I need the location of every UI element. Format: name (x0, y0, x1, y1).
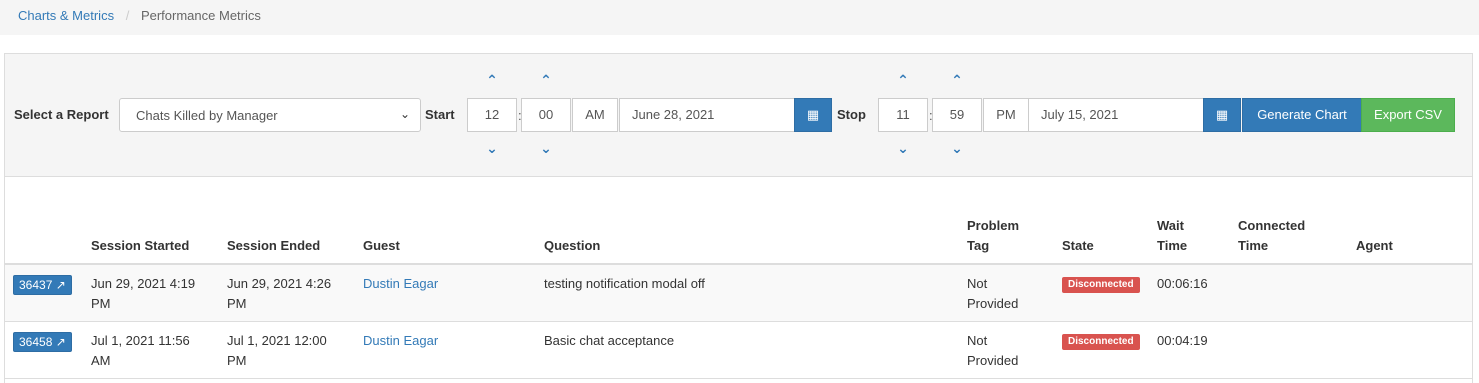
start-minute-up-chevron-icon[interactable]: ⌃ (536, 72, 556, 89)
session-ended-ampm: PM (227, 353, 247, 368)
start-hour-input[interactable]: 12 (467, 98, 517, 132)
question-text: testing notification modal off (544, 276, 705, 291)
session-started: Jun 29, 2021 4:19 (91, 276, 196, 291)
chevron-down-icon: ⌄ (399, 107, 410, 121)
problem-tag: Not (967, 276, 988, 291)
header-connected-time-line1: Connected (1238, 218, 1306, 233)
header-wait-time-line2: Time (1157, 238, 1188, 253)
stop-ampm-toggle[interactable]: PM (983, 98, 1029, 132)
breadcrumb-separator: / (125, 8, 130, 23)
breadcrumb-link-charts-metrics[interactable]: Charts & Metrics (18, 8, 114, 23)
start-hour-up-chevron-icon[interactable]: ⌃ (482, 72, 502, 89)
header-connected-time-line2: Time (1238, 238, 1269, 253)
stop-minute-up-chevron-icon[interactable]: ⌃ (947, 72, 967, 89)
session-id-button[interactable]: 36437 ↗ (13, 275, 72, 295)
start-label: Start (425, 107, 455, 122)
header-agent: Agent (1356, 238, 1393, 253)
start-ampm-toggle[interactable]: AM (572, 98, 618, 132)
external-link-icon: ↗ (55, 335, 66, 349)
header-state: State (1062, 238, 1094, 253)
stop-calendar-icon[interactable]: ▦ (1203, 98, 1241, 132)
session-id-button[interactable]: 36458 ↗ (13, 332, 72, 352)
table-row (5, 265, 1472, 321)
status-badge: Disconnected (1062, 334, 1140, 350)
session-ended-ampm: PM (227, 296, 247, 311)
header-problem-tag-line1: Problem (967, 218, 1020, 233)
wait-time: 00:06:16 (1157, 276, 1208, 291)
header-session-started: Session Started (91, 238, 190, 253)
report-filter-bar: Select a Report Chats Killed by Manager … (5, 54, 1472, 177)
session-started-ampm: AM (91, 353, 111, 368)
report-select-value: Chats Killed by Manager (136, 108, 278, 123)
wait-time: 00:04:19 (1157, 333, 1208, 348)
row-divider (5, 321, 1472, 322)
generate-chart-button[interactable]: Generate Chart (1242, 98, 1362, 132)
row-divider (5, 378, 1472, 379)
session-id: 36458 (19, 335, 53, 349)
header-problem-tag-line2: Tag (967, 238, 990, 253)
guest-link[interactable]: Dustin Eagar (363, 274, 438, 294)
problem-tag-line2: Provided (967, 353, 1019, 368)
stop-minute-input[interactable]: 59 (932, 98, 982, 132)
session-ended: Jul 1, 2021 12:00 (227, 333, 327, 348)
stop-hour-input[interactable]: 11 (878, 98, 928, 132)
export-csv-button[interactable]: Export CSV (1361, 98, 1455, 132)
guest-link[interactable]: Dustin Eagar (363, 331, 438, 351)
external-link-icon: ↗ (55, 278, 66, 292)
start-minute-input[interactable]: 00 (521, 98, 571, 132)
stop-hour-down-chevron-icon[interactable]: ⌄ (893, 140, 913, 157)
start-calendar-icon[interactable]: ▦ (794, 98, 832, 132)
stop-hour-up-chevron-icon[interactable]: ⌃ (893, 72, 913, 89)
stop-label: Stop (837, 107, 866, 122)
metrics-panel: Select a Report Chats Killed by Manager … (4, 53, 1473, 383)
header-wait-time-line1: Wait (1157, 218, 1184, 233)
stop-minute-down-chevron-icon[interactable]: ⌄ (947, 140, 967, 157)
breadcrumb-current: Performance Metrics (140, 8, 261, 23)
header-session-ended: Session Ended (227, 238, 321, 253)
session-started-ampm: PM (91, 296, 111, 311)
breadcrumb: Charts & Metrics / Performance Metrics (0, 0, 1479, 35)
report-select-label: Select a Report (14, 107, 109, 122)
header-guest: Guest (363, 238, 400, 253)
report-select[interactable]: Chats Killed by Manager ⌄ (119, 98, 421, 132)
start-hour-down-chevron-icon[interactable]: ⌄ (482, 140, 502, 157)
status-badge: Disconnected (1062, 277, 1140, 293)
start-minute-down-chevron-icon[interactable]: ⌄ (536, 140, 556, 157)
header-question: Question (544, 238, 601, 253)
problem-tag: Not (967, 333, 988, 348)
session-ended: Jun 29, 2021 4:26 (227, 276, 332, 291)
problem-tag-line2: Provided (967, 296, 1019, 311)
start-date-input[interactable]: June 28, 2021 (619, 98, 795, 132)
session-started: Jul 1, 2021 11:56 (91, 333, 190, 348)
session-id: 36437 (19, 278, 53, 292)
stop-date-input[interactable]: July 15, 2021 (1028, 98, 1204, 132)
question-text: Basic chat acceptance (544, 333, 675, 348)
